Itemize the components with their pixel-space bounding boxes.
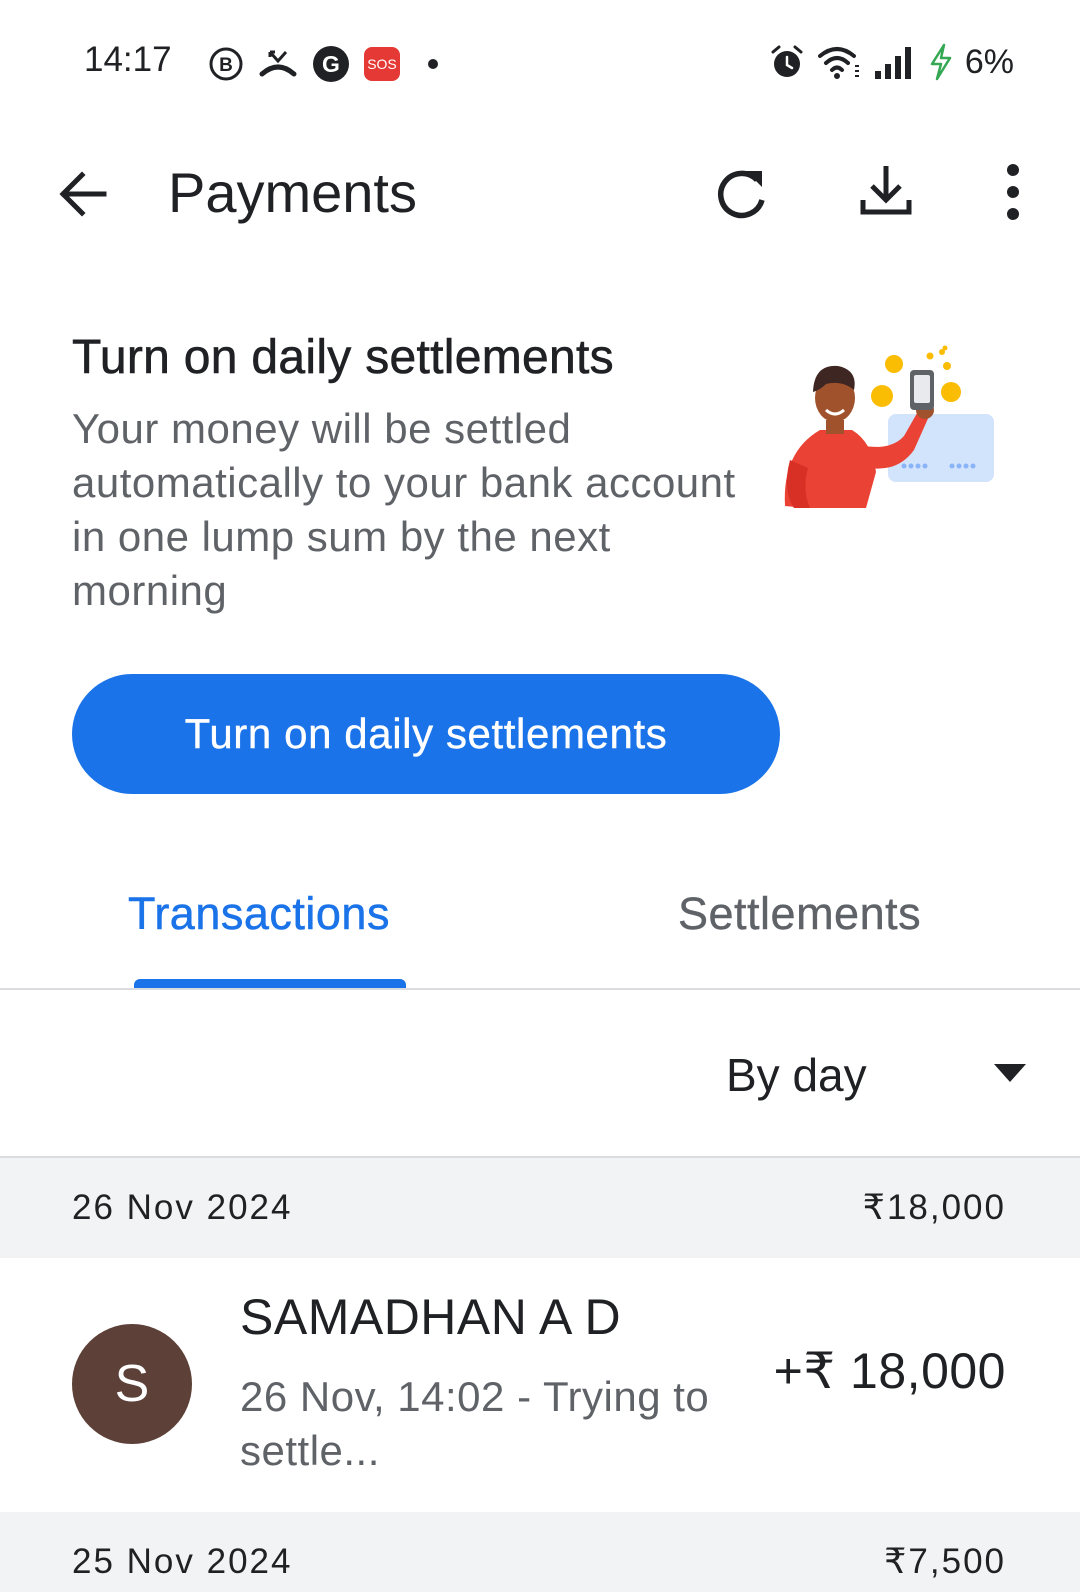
tab-bar: Transactions Settlements xyxy=(0,860,1080,990)
missed-call-icon xyxy=(258,46,298,82)
battery-percentage: 6% xyxy=(964,42,1014,81)
turn-on-daily-settlements-button[interactable]: Turn on daily settlements xyxy=(72,674,780,794)
transaction-status: 26 Nov, 14:02 - Trying to settle... xyxy=(240,1373,710,1474)
status-time: 14:17 xyxy=(84,40,172,79)
settlement-illustration xyxy=(780,340,1020,520)
transaction-row[interactable]: S SAMADHAN A D 26 Nov, 14:02 - Trying to… xyxy=(0,1258,1080,1510)
promo-title: Turn on daily settlements xyxy=(72,331,614,385)
day-date: 25 Nov 2024 xyxy=(72,1542,293,1581)
group-by-dropdown[interactable]: By day xyxy=(726,1048,1026,1108)
notification-icons: B G SOS xyxy=(208,44,452,84)
more-vert-icon xyxy=(1007,164,1019,220)
promo-description: Your money will be settled automatically… xyxy=(72,405,736,614)
charging-bolt-icon xyxy=(929,43,953,81)
refresh-button[interactable] xyxy=(710,162,774,226)
sos-icon: SOS xyxy=(364,47,400,81)
triangle-down-icon xyxy=(994,1064,1026,1082)
filter-row: By day xyxy=(0,990,1080,1158)
svg-text:B: B xyxy=(219,55,233,76)
arrow-left-icon xyxy=(59,171,107,217)
day-date: 26 Nov 2024 xyxy=(72,1188,293,1227)
download-button[interactable] xyxy=(854,160,918,224)
app-bar: Payments xyxy=(0,140,1080,240)
transaction-payer-name: SAMADHAN A D xyxy=(240,1289,622,1345)
google-g-icon: G xyxy=(312,45,350,83)
cellular-signal-icon xyxy=(873,45,917,79)
avatar: S xyxy=(72,1324,192,1444)
more-notifications-dot xyxy=(428,59,438,69)
tab-settlements[interactable]: Settlements xyxy=(678,888,921,940)
day-total: ₹7,500 xyxy=(884,1542,1006,1581)
page-title: Payments xyxy=(168,161,417,224)
group-by-label: By day xyxy=(726,1049,867,1101)
system-icons: 6% xyxy=(757,42,1014,82)
refresh-icon xyxy=(718,170,765,219)
transaction-amount: +₹ 18,000 xyxy=(773,1343,1006,1399)
download-icon xyxy=(860,166,912,215)
day-total: ₹18,000 xyxy=(862,1188,1006,1227)
more-options-button[interactable] xyxy=(988,160,1038,224)
business-b-icon: B xyxy=(208,46,244,82)
tab-transactions[interactable]: Transactions xyxy=(128,888,390,940)
alarm-icon xyxy=(769,44,805,80)
wifi-icon xyxy=(817,44,861,80)
status-bar: 14:17 B G SOS 6% xyxy=(0,0,1080,126)
day-group-header: 25 Nov 2024 ₹7,500 xyxy=(0,1512,1080,1592)
back-button[interactable] xyxy=(54,164,114,224)
day-group-header: 26 Nov 2024 ₹18,000 xyxy=(0,1158,1080,1258)
selected-tab-indicator xyxy=(134,979,406,988)
svg-text:G: G xyxy=(322,51,340,77)
